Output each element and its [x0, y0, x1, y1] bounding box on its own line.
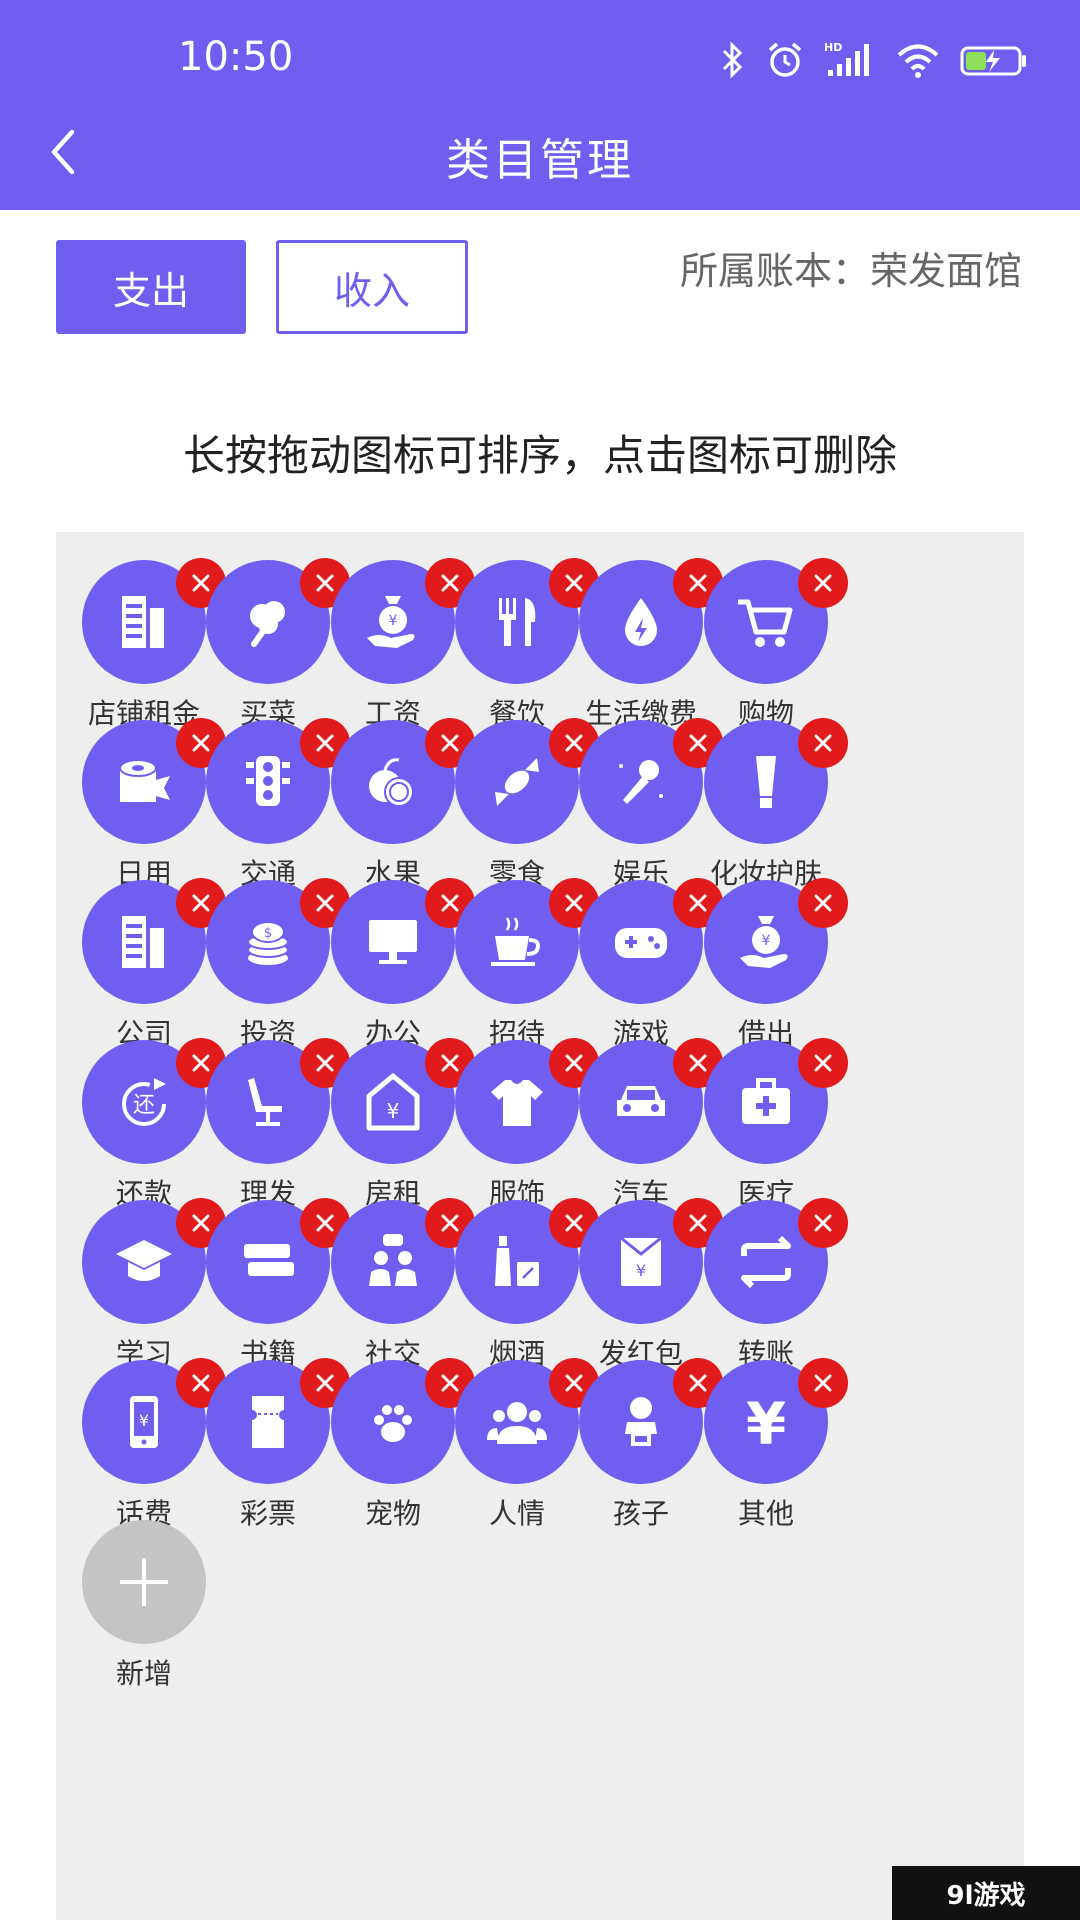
- transfer-icon: [741, 1235, 791, 1289]
- bottle-icon: [495, 1236, 539, 1286]
- tissue-roll-icon: [119, 759, 170, 802]
- coins-icon: $: [247, 921, 289, 965]
- svg-text:¥: ¥: [139, 1411, 149, 1430]
- delete-badge[interactable]: [798, 718, 848, 768]
- candy-icon: [495, 758, 539, 806]
- status-time: 10:50: [178, 34, 294, 80]
- app-header: 10:50 HD 类目管理: [0, 0, 1080, 210]
- close-icon: [814, 574, 832, 592]
- signal-icon: HD: [824, 41, 869, 76]
- svg-text:¥: ¥: [636, 1261, 646, 1280]
- page-title: 类目管理: [446, 135, 634, 186]
- delete-badge[interactable]: [798, 1198, 848, 1248]
- svg-text:还: 还: [133, 1093, 155, 1118]
- category-label: 其他: [737, 1497, 794, 1530]
- fruit-icon: [369, 758, 414, 807]
- traffic-light-icon: [246, 756, 290, 806]
- close-icon: [814, 1054, 832, 1072]
- people-chat-icon: [369, 1234, 417, 1286]
- gamepad-icon: [615, 928, 667, 958]
- coffee-cup-icon: [491, 917, 540, 966]
- close-icon: [814, 894, 832, 912]
- status-icons: HD: [720, 38, 1028, 82]
- baby-icon: [625, 1397, 657, 1446]
- barber-chair-icon: [248, 1078, 282, 1126]
- svg-text:HD: HD: [824, 41, 842, 54]
- monitor-icon: [369, 920, 417, 964]
- repay-icon: 还: [122, 1078, 166, 1126]
- expense-tab[interactable]: 支出: [56, 240, 246, 334]
- cosmetic-tube-icon: [756, 756, 776, 808]
- add-category-label: 新增: [115, 1657, 172, 1690]
- watermark: 9l游戏: [892, 1866, 1080, 1920]
- close-icon: [814, 1374, 832, 1392]
- books-icon: [244, 1244, 294, 1276]
- alarm-icon: [768, 42, 802, 77]
- svg-text:¥: ¥: [389, 613, 398, 629]
- wifi-icon: [897, 44, 939, 78]
- money-bag-icon: ¥: [740, 916, 788, 968]
- graduation-cap-icon: [116, 1240, 172, 1281]
- building-icon: [122, 596, 164, 648]
- vegetable-icon: [250, 601, 285, 647]
- close-icon: [814, 734, 832, 752]
- delete-badge[interactable]: [798, 1038, 848, 1088]
- close-icon: [814, 1214, 832, 1232]
- lottery-ticket-icon: [252, 1396, 284, 1448]
- svg-text:¥: ¥: [762, 933, 771, 949]
- svg-text:¥: ¥: [387, 1099, 400, 1123]
- red-envelope-icon: ¥: [620, 1236, 662, 1286]
- yen-icon: ¥: [746, 1390, 786, 1458]
- category-panel: 店铺租金 买菜 ¥ 工资 餐饮 生活缴费 购物 日用 交通 水果 零食 娱乐 化妆护肤 公司 $ 投资 办公 招待…: [56, 532, 1024, 1920]
- bluetooth-icon: [722, 41, 743, 79]
- battery-icon: [960, 46, 1026, 76]
- plus-icon: [120, 1558, 168, 1606]
- delete-badge[interactable]: [798, 878, 848, 928]
- fork-spoon-icon: [499, 598, 536, 646]
- sort-hint: 长按拖动图标可排序，点击图标可删除: [182, 431, 897, 480]
- svg-text:¥: ¥: [746, 1390, 786, 1458]
- income-tab[interactable]: 收入: [276, 240, 468, 334]
- microphone-icon: [619, 760, 663, 804]
- house-yen-icon: ¥: [366, 1073, 420, 1131]
- add-category-item[interactable]: 新增: [80, 1492, 232, 1690]
- water-drop-icon: [625, 598, 657, 646]
- delete-badge[interactable]: [798, 558, 848, 608]
- phone-icon: ¥: [130, 1396, 158, 1448]
- cart-icon: [738, 599, 793, 647]
- category-item[interactable]: ¥ 其他: [702, 1332, 854, 1530]
- svg-text:$: $: [264, 926, 272, 941]
- car-icon: [617, 1086, 665, 1116]
- tshirt-icon: [491, 1080, 543, 1126]
- paw-icon: [374, 1405, 412, 1442]
- building-icon: [122, 916, 164, 968]
- add-category-button[interactable]: [82, 1520, 206, 1644]
- medical-kit-icon: [742, 1078, 790, 1124]
- people-group-icon: [487, 1402, 547, 1444]
- money-bag-icon: ¥: [367, 596, 415, 648]
- delete-badge[interactable]: [798, 1358, 848, 1408]
- ledger-label: 所属账本：荣发面馆: [679, 249, 1022, 293]
